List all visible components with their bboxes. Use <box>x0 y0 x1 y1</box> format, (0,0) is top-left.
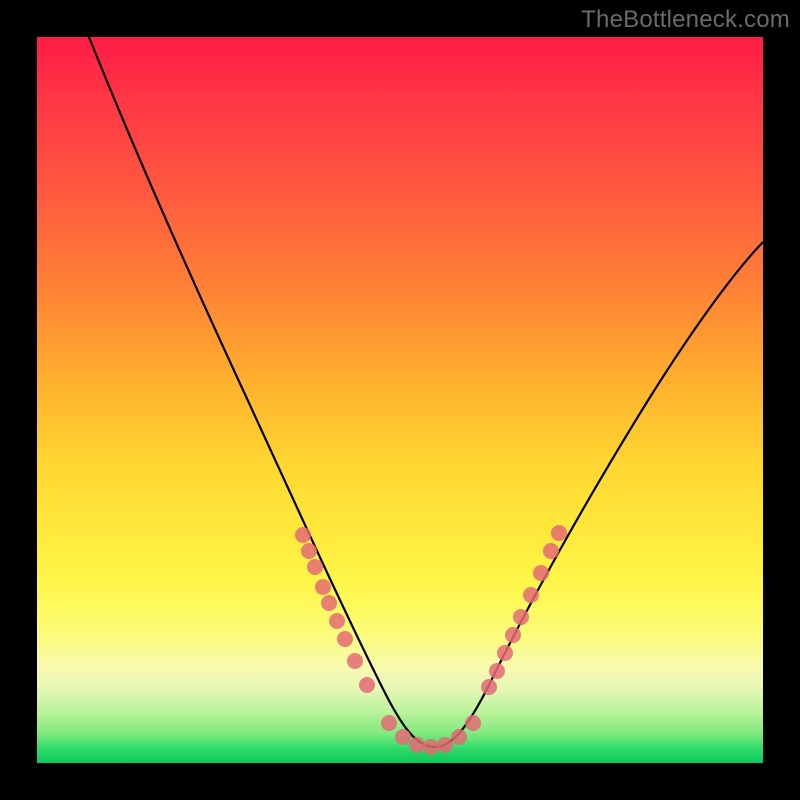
curve-marker <box>551 525 567 541</box>
chart-svg <box>37 37 763 763</box>
chart-frame: TheBottleneck.com <box>0 0 800 800</box>
curve-marker <box>481 679 497 695</box>
curve-marker <box>347 653 363 669</box>
curve-marker <box>465 715 481 731</box>
curve-marker <box>513 609 529 625</box>
curve-marker <box>451 729 467 745</box>
curve-marker <box>321 595 337 611</box>
curve-marker <box>533 565 549 581</box>
curve-marker <box>409 737 425 753</box>
curve-marker <box>505 627 521 643</box>
chart-plot-area <box>37 37 763 763</box>
curve-marker <box>543 543 559 559</box>
curve-marker <box>437 737 453 753</box>
watermark-text: TheBottleneck.com <box>581 6 790 34</box>
curve-marker <box>359 677 375 693</box>
curve-marker <box>337 631 353 647</box>
curve-marker <box>489 663 505 679</box>
curve-marker <box>301 543 317 559</box>
curve-marker <box>307 559 323 575</box>
curve-marker <box>395 729 411 745</box>
bottleneck-curve <box>89 37 763 747</box>
curve-marker <box>381 715 397 731</box>
curve-marker <box>329 613 345 629</box>
curve-marker <box>497 645 513 661</box>
curve-marker <box>295 527 311 543</box>
curve-marker <box>423 739 439 755</box>
curve-marker <box>523 587 539 603</box>
curve-marker <box>315 579 331 595</box>
curve-markers <box>295 525 567 755</box>
